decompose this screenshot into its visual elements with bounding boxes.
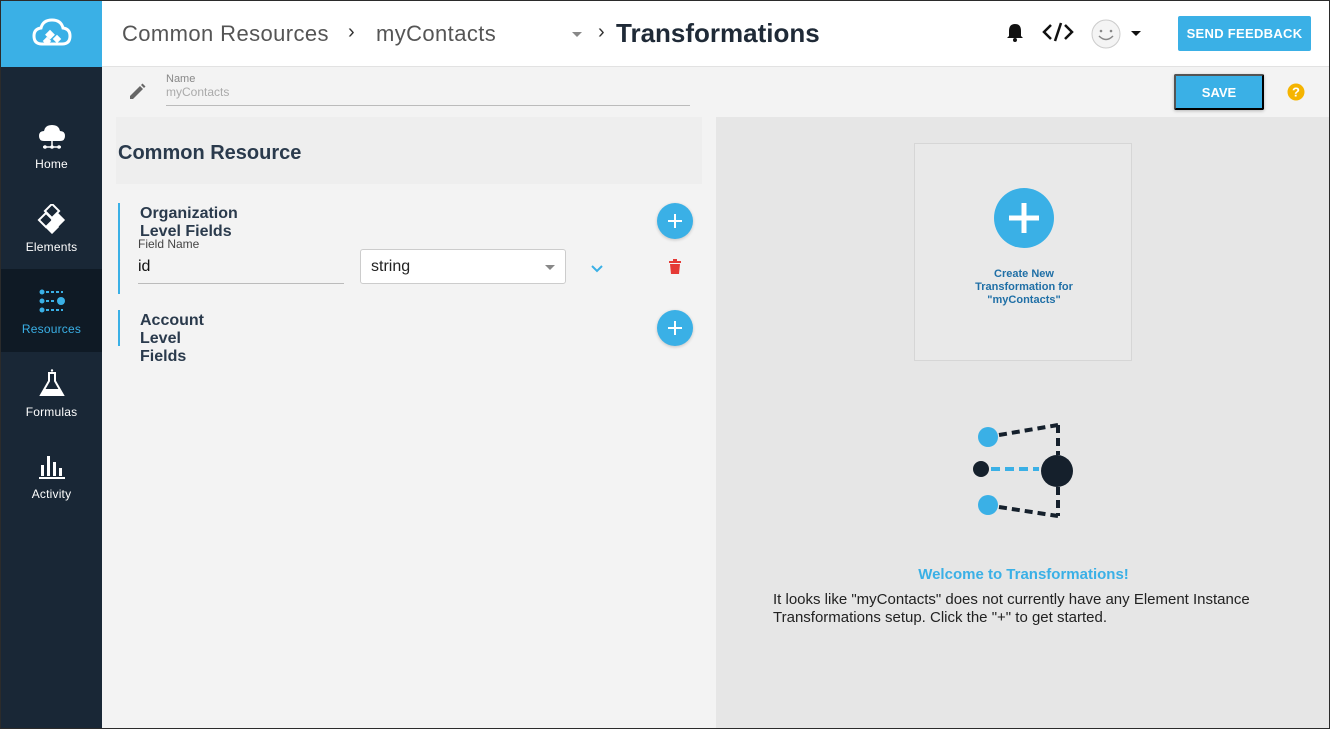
- expand-chevron-icon[interactable]: [591, 260, 603, 278]
- plus-icon: [668, 214, 682, 228]
- common-resource-header: Common Resource: [116, 117, 702, 184]
- page-title: Transformations: [616, 18, 820, 48]
- svg-text:?: ?: [1292, 85, 1300, 100]
- add-account-field-button[interactable]: [657, 310, 693, 346]
- section-title: Account Level Fields: [140, 312, 204, 365]
- bar-chart-icon: [37, 451, 67, 481]
- chevron-right-icon: ›: [598, 21, 605, 43]
- sidebar-item-label: Home: [35, 156, 68, 171]
- sidebar-item-label: Formulas: [25, 404, 78, 419]
- section-heading: Common Resource: [118, 142, 302, 164]
- cloud-logo-icon: [31, 18, 72, 46]
- delete-icon[interactable]: [669, 259, 681, 279]
- name-field-label: Name: [166, 73, 196, 85]
- breadcrumb-resource-select[interactable]: myContacts: [376, 21, 496, 47]
- sidebar-item-home[interactable]: Home: [1, 104, 102, 187]
- pencil-icon: [128, 83, 146, 106]
- field-type-value: string: [371, 258, 411, 275]
- name-bar: Name myContacts SAVE ?: [102, 67, 1329, 117]
- name-field[interactable]: myContacts: [166, 85, 690, 106]
- code-icon[interactable]: [1042, 22, 1074, 47]
- field-name-input[interactable]: id: [138, 254, 344, 284]
- sidebar-item-resources[interactable]: Resources: [1, 269, 102, 352]
- caret-down-icon: [545, 265, 555, 270]
- add-org-field-button[interactable]: [657, 203, 693, 239]
- caret-down-icon[interactable]: [1131, 31, 1141, 36]
- chevron-right-icon: ›: [348, 21, 355, 43]
- avatar[interactable]: [1090, 18, 1122, 55]
- sidebar-item-label: Resources: [21, 321, 82, 336]
- app-frame: Home Elements Resources Formulas Activit…: [0, 0, 1330, 729]
- plus-icon: [668, 321, 682, 335]
- app-logo[interactable]: [1, 1, 102, 67]
- sidebar: Home Elements Resources Formulas Activit…: [1, 1, 102, 728]
- flask-icon: [37, 368, 67, 399]
- elements-icon: [37, 203, 67, 234]
- organization-fields-section: Organization Level Fields: [118, 203, 238, 294]
- sidebar-item-elements[interactable]: Elements: [1, 187, 102, 270]
- create-transformation-card[interactable]: Create New Transformation for "myContact…: [914, 143, 1132, 361]
- sidebar-item-label: Elements: [25, 239, 78, 254]
- create-transformation-label: Create New Transformation for "myContact…: [975, 268, 1073, 306]
- transformation-illustration-icon: [971, 419, 1081, 529]
- help-icon[interactable]: ?: [1287, 83, 1305, 106]
- section-title: Organization Level Fields: [140, 205, 238, 240]
- bell-icon[interactable]: [1004, 21, 1026, 48]
- plus-circle-icon: [994, 188, 1054, 248]
- common-resource-panel: Common Resource Organization Level Field…: [102, 117, 716, 728]
- welcome-title: Welcome to Transformations!: [918, 566, 1129, 583]
- sidebar-item-formulas[interactable]: Formulas: [1, 352, 102, 435]
- sidebar-item-label: Activity: [31, 486, 72, 501]
- send-feedback-button[interactable]: SEND FEEDBACK: [1178, 16, 1311, 51]
- resources-icon: [37, 286, 67, 316]
- save-button[interactable]: SAVE: [1174, 74, 1264, 110]
- sidebar-item-activity[interactable]: Activity: [1, 434, 102, 517]
- welcome-message: It looks like "myContacts" does not curr…: [773, 591, 1250, 626]
- field-type-select[interactable]: string: [360, 249, 566, 284]
- caret-down-icon[interactable]: [572, 32, 582, 37]
- account-fields-section: Account Level Fields: [118, 310, 204, 365]
- breadcrumb-root[interactable]: Common Resources: [122, 21, 329, 47]
- top-header: Common Resources › myContacts › Transfor…: [102, 1, 1329, 67]
- transformations-panel: Create New Transformation for "myContact…: [716, 117, 1329, 728]
- cloud-network-icon: [37, 121, 67, 151]
- field-name-label: Field Name: [138, 237, 200, 251]
